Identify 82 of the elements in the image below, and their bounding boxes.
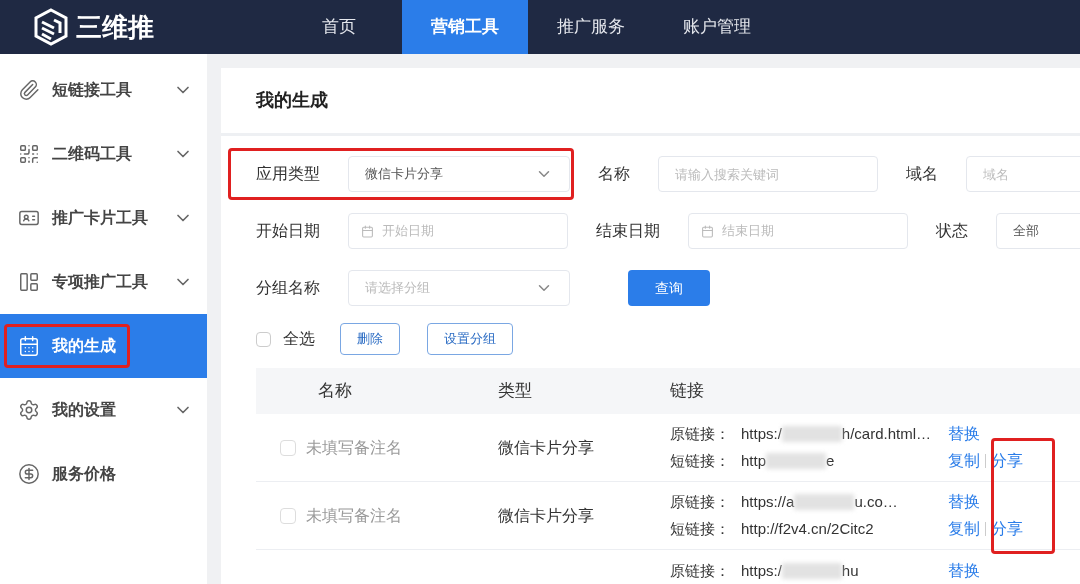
link-label: 短链接： [670,518,731,539]
table-cell-text: 微信卡片分享 [498,505,595,526]
settings-icon [18,399,40,421]
field-label: 结束日期 [596,221,660,241]
table-cell-text: 微信卡片分享 [498,437,595,458]
checkbox[interactable] [280,507,296,524]
calendar-icon [361,224,374,238]
field-label: 分组名称 [256,278,320,298]
qr-code-icon [18,143,40,165]
calendar-icon [701,224,714,238]
link-label: 原链接： [670,491,731,512]
text-field[interactable]: 域名 [966,156,1080,192]
select-all-label: 全选 [283,329,315,349]
sidebar-item[interactable]: 推广卡片工具 [0,186,207,250]
select-field[interactable]: 全部 [996,213,1080,249]
url-text: https:/ [741,560,782,581]
sidebar-label: 二维码工具 [52,144,132,164]
nav-tab[interactable]: 首页 [276,0,402,54]
sidebar-item[interactable]: 二维码工具 [0,122,207,186]
link-label: 原链接： [670,560,731,581]
url-text: hu [841,560,859,581]
url-text: https:/ [741,423,782,444]
redaction-blur [781,426,842,442]
page-title: 我的生成 [256,89,328,112]
checkbox[interactable] [256,331,271,347]
link-label: 短链接： [670,450,731,471]
action-link[interactable]: 替换 [948,559,980,583]
sidebar-label: 专项推广工具 [52,272,148,292]
dollar-circle-icon [18,463,40,485]
brand-name: 三维推 [76,10,154,44]
select-placeholder: 请选择分组 [365,279,430,298]
date-placeholder: 开始日期 [382,222,434,241]
nav-tab[interactable]: 账户管理 [654,0,780,54]
outline-action-button[interactable]: 设置分组 [427,323,513,355]
field-label: 开始日期 [256,221,320,241]
url-text: u.co… [854,491,898,512]
nav-tab[interactable]: 推广服务 [528,0,654,54]
field-label: 域名 [906,164,938,184]
column-header: 链接 [670,380,704,403]
sidebar-label: 服务价格 [52,464,116,484]
sidebar-item[interactable]: 专项推广工具 [0,250,207,314]
field-label: 应用类型 [256,164,320,184]
sidebar-item[interactable]: 我的生成 [0,314,207,378]
column-header: 名称 [318,380,353,403]
column-header: 类型 [498,380,533,403]
action-link[interactable]: 复制 [948,449,980,473]
url-text: http://f2v4.cn/2Citc2 [741,518,874,539]
action-link[interactable]: 替换 [948,422,980,446]
field-label: 状态 [936,221,968,241]
sidebar-label: 我的生成 [52,336,116,356]
link-label: 原链接： [670,423,731,444]
url-text: e [826,450,835,471]
checkbox[interactable] [280,439,296,456]
sidebar-item[interactable]: 短链接工具 [0,58,207,122]
url-text: h/card.html… [841,423,932,444]
cube-logo-icon [34,8,68,46]
redaction-blur [766,453,827,469]
action-link[interactable]: 替换 [948,490,980,514]
url-text: https://a [741,491,795,512]
paperclip-icon [18,79,40,101]
sidebar-item[interactable]: 服务价格 [0,442,207,506]
select-value: 微信卡片分享 [365,165,443,184]
sidebar-label: 我的设置 [52,400,116,420]
select-value: 全部 [1013,222,1039,241]
sidebar-label: 推广卡片工具 [52,208,148,228]
nav-tab[interactable]: 营销工具 [402,0,528,54]
text-field[interactable]: 请输入搜索关键词 [658,156,878,192]
query-button[interactable]: 查询 [628,270,710,306]
sidebar-item[interactable]: 我的设置 [0,378,207,442]
outline-action-button[interactable]: 删除 [340,323,400,355]
sidebar-label: 短链接工具 [52,80,132,100]
action-link[interactable]: 复制 [948,517,980,541]
panel-icon [18,271,40,293]
redaction-blur [781,563,842,579]
url-text: http [741,450,767,471]
table-cell-text: 未填写备注名 [306,505,403,526]
date-placeholder: 结束日期 [722,222,774,241]
select-field[interactable]: 微信卡片分享 [348,156,570,192]
field-label: 名称 [598,164,630,184]
redaction-blur [794,494,855,510]
calendar-icon [18,335,40,357]
table-cell-text: 未填写备注名 [306,437,403,458]
